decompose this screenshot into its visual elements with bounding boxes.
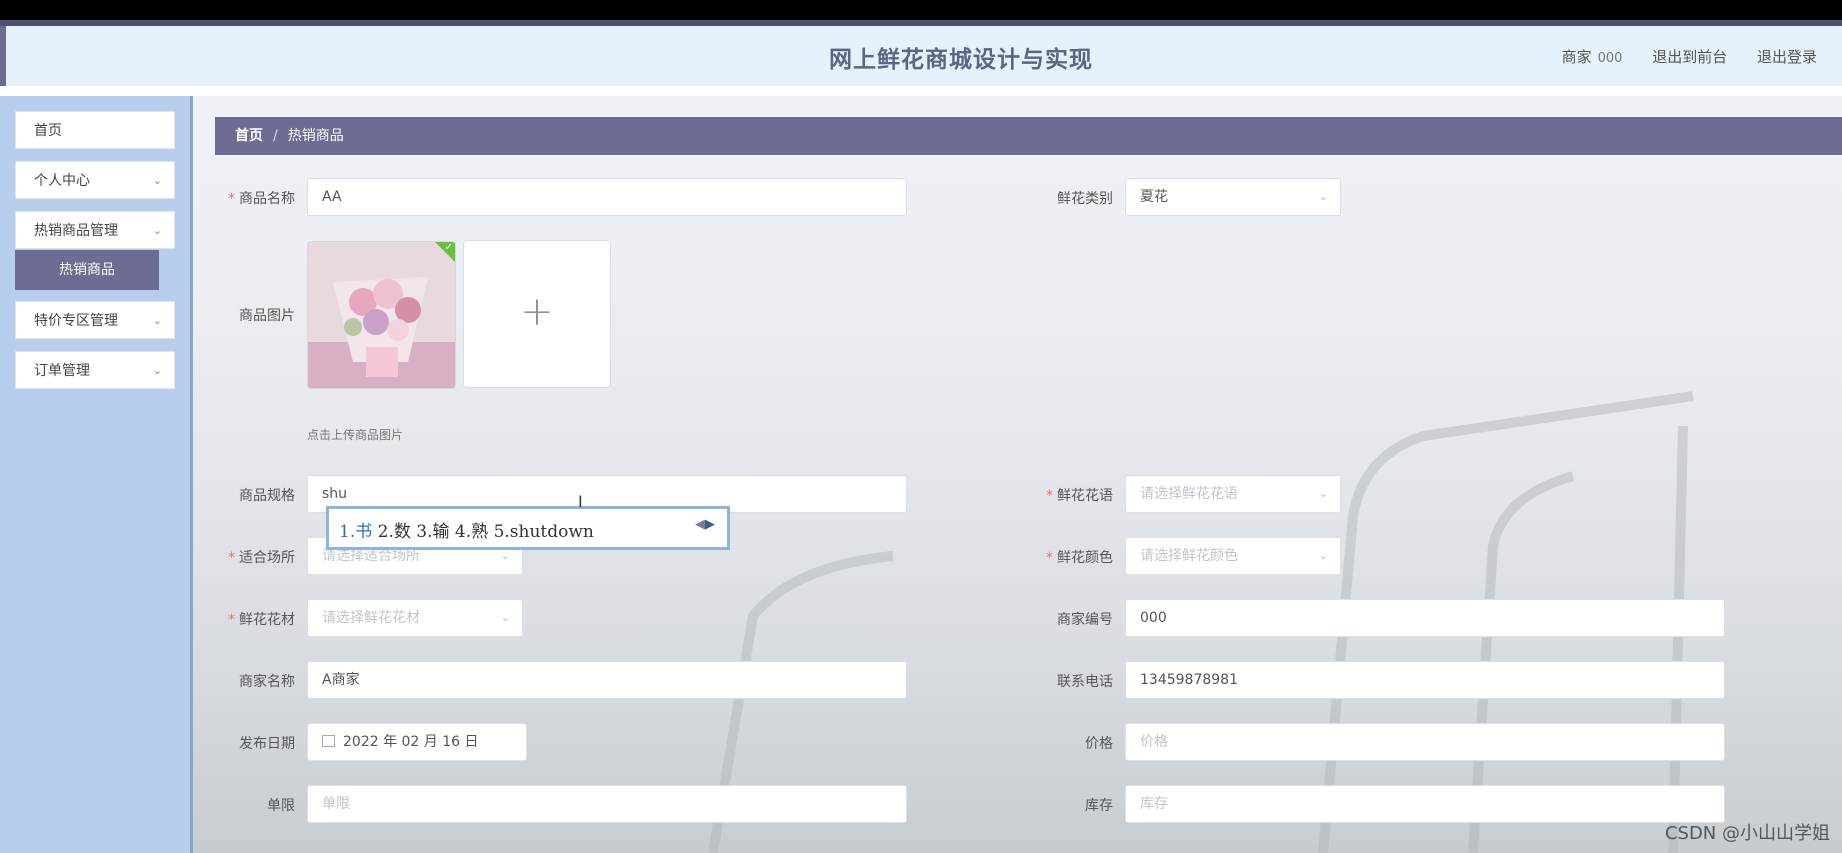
publish-date-picker[interactable]: 2022 年 02 月 16 日 [307,723,527,761]
ime-candidate-4[interactable]: 4.熟 [455,522,488,542]
chevron-down-icon: ⌄ [1318,190,1328,203]
phone-input[interactable]: 13459878981 [1125,661,1725,699]
sidebar-item-label: 首页 [34,123,62,139]
breadcrumb: 首页 / 热销商品 [215,117,1842,155]
breadcrumb-home[interactable]: 首页 [235,128,263,144]
color-placeholder: 请选择鲜花颜色 [1140,548,1238,564]
breadcrumb-separator: / [273,128,278,144]
product-name-input[interactable]: AA [307,178,907,216]
color-select[interactable]: 请选择鲜花颜色 ⌄ [1125,537,1341,575]
sidebar-item-label: 个人中心 [34,173,90,189]
logout-link[interactable]: 退出登录 [1757,48,1817,66]
chevron-down-icon: ⌄ [500,611,510,624]
publish-date-value: 2022 年 02 月 16 日 [343,734,479,750]
back-to-front-link[interactable]: 退出到前台 [1652,48,1727,66]
stock-input[interactable]: 库存 [1125,785,1725,823]
occasion-label: * 适合场所 [200,547,295,567]
header-actions: 商家 000 退出到前台 退出登录 [1562,46,1842,67]
label-text: 鲜花花材 [239,612,295,628]
stock-label: 库存 [1085,798,1113,814]
language-placeholder: 请选择鲜花花语 [1140,486,1238,502]
ime-next-icon[interactable]: ▶ [705,517,715,532]
required-mark: * [228,550,235,566]
chevron-down-icon: ⌄ [152,224,162,237]
merchant-name-input[interactable]: A商家 [307,661,907,699]
merchant-id-label: 商家编号 [1057,612,1113,628]
language-select[interactable]: 请选择鲜花花语 ⌄ [1125,475,1341,513]
chevron-down-icon: ⌄ [1318,487,1328,500]
merchant-name-label: 商家名称 [239,674,295,690]
ime-candidates: 1.书 2.数 3.输 4.熟 5.shutdown [339,517,594,542]
ime-candidate-5[interactable]: 5.shutdown [494,522,594,542]
window-top-bar [0,0,1842,20]
price-label: 价格 [1085,736,1113,752]
calendar-icon [322,735,335,747]
add-image-button[interactable]: + [463,240,611,388]
occasion-placeholder: 请选择适合场所 [322,548,420,564]
breadcrumb-current: 热销商品 [287,128,344,144]
chevron-down-icon: ⌄ [152,314,162,327]
category-value: 夏花 [1140,189,1168,205]
image-label: 商品图片 [239,308,295,324]
required-mark: * [228,612,235,628]
sidebar: 首页 个人中心 ⌄ 热销商品管理 ⌄ 热销商品 特价专区管理 ⌄ 订单管理 ⌄ [0,96,193,853]
material-label: * 鲜花花材 [200,609,295,629]
sidebar-item-hot-products[interactable]: 热销商品管理 ⌄ [15,211,175,249]
user-name: 000 [1597,51,1623,66]
ime-candidate-2[interactable]: 2.数 [378,522,411,542]
label-text: 适合场所 [239,550,295,566]
ime-candidate-1[interactable]: 1.书 [339,522,372,542]
sidebar-item-special-offers[interactable]: 特价专区管理 ⌄ [15,301,175,339]
merchant-id-input[interactable]: 000 [1125,599,1725,637]
product-image-thumbnail[interactable]: ✓ [307,241,456,389]
limit-input[interactable]: 单限 [307,785,907,823]
user-role: 商家 000 [1561,48,1623,66]
upload-hint: 点击上传商品图片 [307,428,404,442]
color-label: * 鲜花颜色 [1010,547,1113,567]
publish-date-label: 发布日期 [239,736,295,752]
required-mark: * [1046,550,1053,566]
ime-candidate-3[interactable]: 3.输 [416,522,449,542]
limit-label: 单限 [267,798,295,814]
sidebar-subitem-hot-product[interactable]: 热销商品 [15,250,159,290]
label-text: 鲜花花语 [1057,488,1113,504]
spec-label: 商品规格 [239,488,295,504]
sidebar-item-orders[interactable]: 订单管理 ⌄ [15,351,175,389]
label-text: 鲜花颜色 [1057,550,1113,566]
ime-page-arrows: ◀▶ [695,517,715,532]
label-text: 商品名称 [239,191,295,207]
language-label: * 鲜花花语 [1010,485,1113,505]
sidebar-item-label: 订单管理 [34,363,90,379]
material-select[interactable]: 请选择鲜花花材 ⌄ [307,599,523,637]
ime-prev-icon[interactable]: ◀ [695,517,705,532]
chevron-down-icon: ⌄ [152,174,162,187]
sidebar-item-label: 热销商品管理 [34,223,118,239]
phone-label: 联系电话 [1057,674,1113,690]
text-cursor-icon: I [578,492,583,511]
sidebar-item-label: 特价专区管理 [34,313,118,329]
sidebar-item-personal-center[interactable]: 个人中心 ⌄ [15,161,175,199]
material-placeholder: 请选择鲜花花材 [322,610,420,626]
check-icon: ✓ [444,242,453,253]
sidebar-item-home[interactable]: 首页 [15,111,175,149]
header-panel: 网上鲜花商城设计与实现 商家 000 退出到前台 退出登录 [5,26,1842,86]
chevron-down-icon: ⌄ [152,364,162,377]
category-label: 鲜花类别 [1057,191,1113,207]
watermark: CSDN @小山山学姐 [1664,823,1830,844]
ime-candidate-window: 1.书 2.数 3.输 4.熟 5.shutdown ◀▶ [326,506,730,550]
app-header: 网上鲜花商城设计与实现 商家 000 退出到前台 退出登录 [0,26,1842,86]
flower-bouquet-image [308,242,455,388]
required-mark: * [1046,488,1053,504]
category-select[interactable]: 夏花 ⌄ [1125,178,1341,216]
price-input[interactable]: 价格 [1125,723,1725,761]
chevron-down-icon: ⌄ [1318,549,1328,562]
name-label: * 商品名称 [200,188,295,208]
required-mark: * [228,191,235,207]
